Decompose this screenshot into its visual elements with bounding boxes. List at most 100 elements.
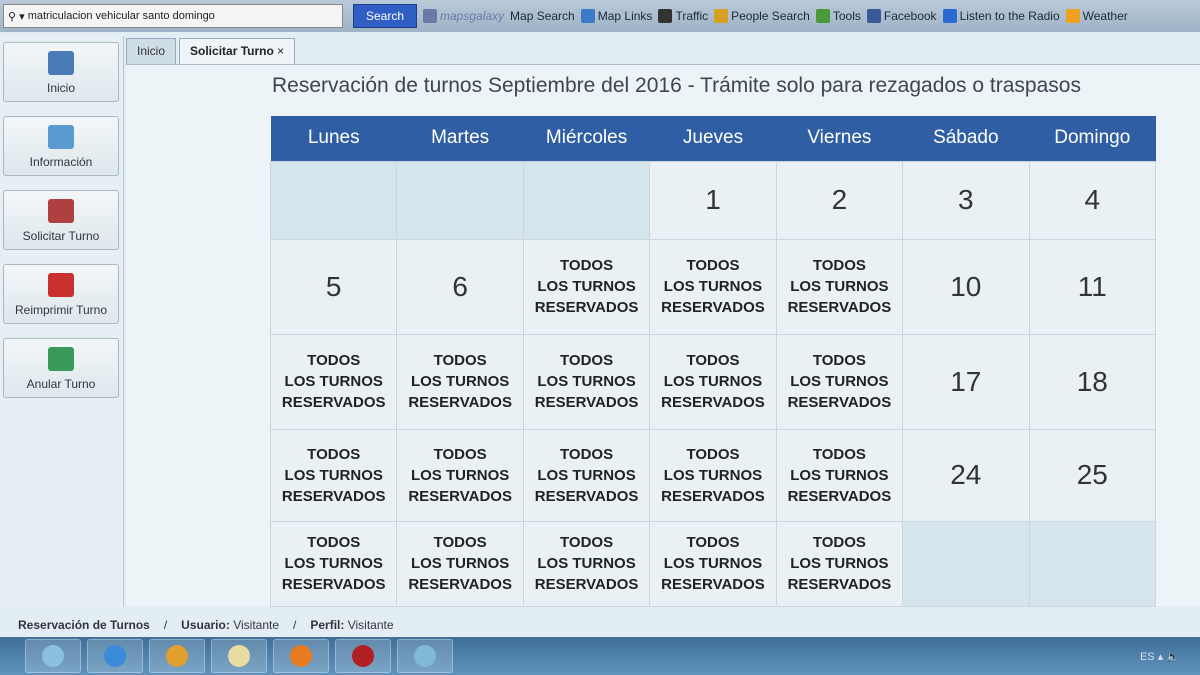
toolbar-link-people-search[interactable]: People Search <box>714 9 810 23</box>
sidebar-item-información[interactable]: Información <box>3 116 119 176</box>
profile-label: Perfil: <box>310 618 345 632</box>
calendar-reserved-cell: TODOS LOS TURNOS RESERVADOS <box>649 238 777 335</box>
tab-solicitar-turno[interactable]: Solicitar Turno × <box>179 38 296 64</box>
calendar-empty-cell <box>522 160 651 240</box>
file-explorer-icon <box>228 645 250 667</box>
calendar-reserved-cell: TODOS LOS TURNOS RESERVADOS <box>522 333 651 430</box>
taskbar-app[interactable] <box>87 639 143 673</box>
calendar-day-11[interactable]: 11 <box>1028 238 1157 335</box>
main-content: Reservación de turnos Septiembre del 201… <box>126 64 1200 607</box>
calendar-week: 1234 <box>269 160 1157 240</box>
toolbar-link-label: People Search <box>731 9 810 23</box>
taskbar-app[interactable] <box>397 639 453 673</box>
calendar-day-2[interactable]: 2 <box>775 160 904 240</box>
weekday-header: Domingo <box>1029 116 1156 161</box>
search-input[interactable]: ⚲ ▾ matriculacion vehicular santo doming… <box>3 4 343 28</box>
weekday-header: Lunes <box>270 116 397 161</box>
cancel-icon <box>48 347 74 371</box>
image-viewer-icon <box>414 645 436 667</box>
toolbar-link-label: Map Links <box>597 9 653 23</box>
toolbar-link-tools[interactable]: Tools <box>815 9 861 23</box>
profile-value: Visitante <box>347 618 394 632</box>
calendar-day-18[interactable]: 18 <box>1028 333 1157 430</box>
sidebar-item-label: Anular Turno <box>26 377 96 391</box>
taskbar-app[interactable] <box>211 639 267 673</box>
facebook-icon <box>866 9 881 23</box>
toolbar-link-weather[interactable]: Weather <box>1065 9 1128 23</box>
play-icon <box>942 9 957 23</box>
internet-explorer-icon <box>104 645 126 667</box>
sidebar-item-anular-turno[interactable]: Anular Turno <box>3 338 119 398</box>
taskbar-app[interactable] <box>25 639 81 673</box>
taskbar-app[interactable] <box>149 639 205 673</box>
users-icon <box>48 125 74 149</box>
pdf-icon <box>48 273 74 297</box>
map-icon <box>580 9 595 23</box>
calendar-week: 5 6 TODOS LOS TURNOS RESERVADOS TODOS LOS T… <box>269 238 1157 335</box>
taskbar: ES ▴ 🔈 <box>0 637 1200 675</box>
close-tab-icon[interactable]: × <box>277 44 284 58</box>
calendar-empty-cell <box>902 520 1030 607</box>
mapsgalaxy-logo-icon <box>423 9 437 23</box>
sidebar-item-label: Solicitar Turno <box>22 229 100 243</box>
calendar-reserved-cell: TODOS LOS TURNOS RESERVADOS <box>649 520 777 607</box>
search-button[interactable]: Search <box>353 4 417 28</box>
browser-toolbar: ⚲ ▾ matriculacion vehicular santo doming… <box>0 0 1200 32</box>
status-bar: Reservación de Turnos / Usuario: Visitant… <box>18 618 394 632</box>
calendar-day-5[interactable]: 5 <box>269 238 398 335</box>
search-icon: ⚲ ▾ <box>8 10 28 23</box>
toolbar-link-listen-to-the-radio[interactable]: Listen to the Radio <box>942 9 1060 23</box>
calendar-week: TODOS LOS TURNOS RESERVADOS TODOS LOS TUR… <box>269 333 1157 430</box>
sidebar-item-reimprimir-turno[interactable]: Reimprimir Turno <box>3 264 119 324</box>
weather-icon <box>1065 9 1080 23</box>
calendar-reserved-cell: TODOS LOS TURNOS RESERVADOS <box>396 520 524 607</box>
calendar-empty-cell <box>269 160 398 240</box>
acrobat-icon <box>352 645 374 667</box>
sidebar-item-solicitar-turno[interactable]: Solicitar Turno <box>3 190 119 250</box>
gear-icon <box>815 9 830 23</box>
toolbar-link-facebook[interactable]: Facebook <box>866 9 937 23</box>
calendar: Lunes Martes Miércoles Jueves Viernes Sábado D… <box>269 116 1157 607</box>
system-tray: ES ▴ 🔈 <box>1139 650 1180 663</box>
status-section: Reservación de Turnos <box>18 618 150 632</box>
calendar-day-10[interactable]: 10 <box>902 238 1030 335</box>
toolbar-link-label: mapsgalaxy <box>440 9 505 23</box>
magnifier-icon <box>714 9 729 23</box>
traffic-light-icon <box>658 9 673 23</box>
calendar-reserved-cell: TODOS LOS TURNOS RESERVADOS <box>396 333 524 430</box>
taskbar-app[interactable] <box>335 639 391 673</box>
toolbar-link-label: Facebook <box>883 9 937 23</box>
calendar-day-17[interactable]: 17 <box>902 333 1030 430</box>
toolbar-link-mapsgalaxy[interactable]: mapsgalaxy <box>423 9 504 23</box>
tab-inicio[interactable]: Inicio <box>126 38 177 64</box>
user-label: Usuario: <box>181 618 230 632</box>
firefox-icon <box>290 645 312 667</box>
calendar-day-25[interactable]: 25 <box>1028 428 1157 522</box>
calendar-day-6[interactable]: 6 <box>396 238 524 335</box>
start-orb-icon <box>42 645 64 667</box>
calendar-reserved-cell: TODOS LOS TURNOS RESERVADOS <box>775 333 904 430</box>
toolbar-link-label: Map Search <box>510 9 575 23</box>
weekday-header: Miércoles <box>523 116 650 161</box>
weekday-header: Viernes <box>776 116 903 161</box>
media-player-icon <box>166 645 188 667</box>
calendar-reserved-cell: TODOS LOS TURNOS RESERVADOS <box>269 428 398 522</box>
calendar-reserved-cell: TODOS LOS TURNOS RESERVADOS <box>522 428 651 522</box>
calendar-empty-cell <box>396 160 524 240</box>
calendar-reserved-cell: TODOS LOS TURNOS RESERVADOS <box>269 520 398 607</box>
calendar-week: TODOS LOS TURNOS RESERVADOS TODOS LOS TUR… <box>269 428 1157 522</box>
toolbar-link-map-search[interactable]: Map Search <box>510 9 575 23</box>
calendar-day-3[interactable]: 3 <box>902 160 1030 240</box>
calendar-day-1[interactable]: 1 <box>649 160 777 240</box>
sidebar-item-inicio[interactable]: Inicio <box>3 42 119 102</box>
sidebar-item-label: Información <box>29 155 93 169</box>
taskbar-app[interactable] <box>273 639 329 673</box>
calendar-day-4[interactable]: 4 <box>1028 160 1157 240</box>
calendar-day-24[interactable]: 24 <box>902 428 1030 522</box>
toolbar-link-map-links[interactable]: Map Links <box>580 9 653 23</box>
calendar-reserved-cell: TODOS LOS TURNOS RESERVADOS <box>269 333 398 430</box>
language-indicator[interactable]: ES <box>1140 651 1155 663</box>
toolbar-link-traffic[interactable]: Traffic <box>658 9 708 23</box>
tab-bar: Inicio Solicitar Turno × <box>126 38 296 64</box>
page-title: Reservación de turnos Septiembre del 201… <box>272 74 1081 97</box>
